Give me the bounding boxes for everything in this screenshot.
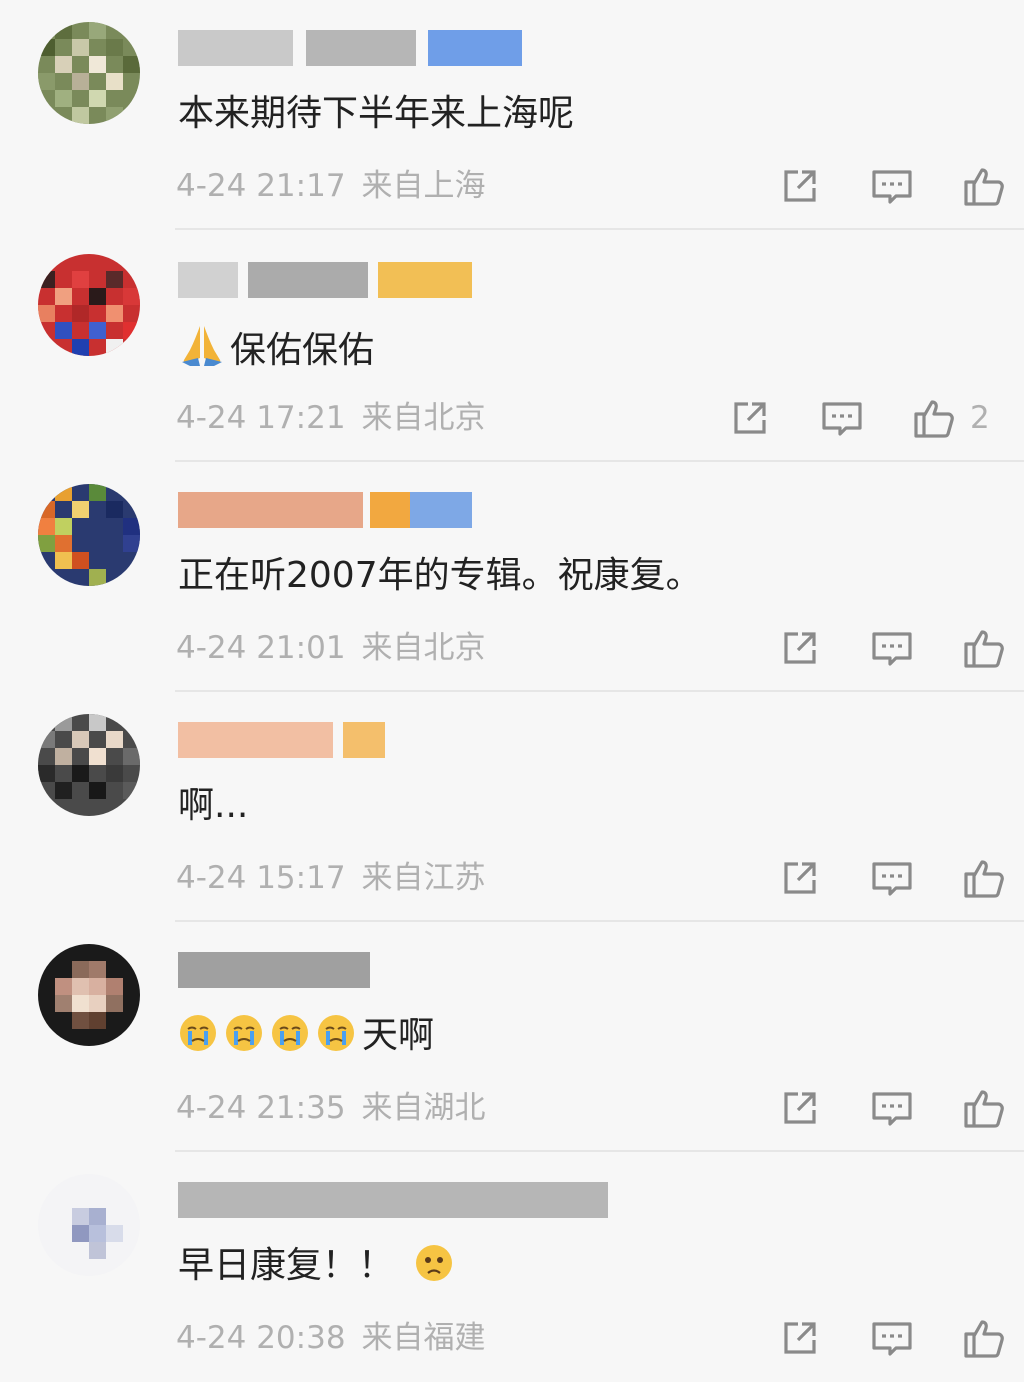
- comment-text: 天啊: [178, 1012, 434, 1060]
- comment-actions: [776, 1084, 1004, 1132]
- share-square-icon[interactable]: [776, 854, 824, 902]
- comment-time: 4-24 17:21: [176, 400, 346, 436]
- avatar[interactable]: [38, 944, 140, 1046]
- comment-text: 正在听2007年的专辑。祝康复。: [178, 555, 702, 596]
- share-square-icon[interactable]: [776, 1084, 824, 1132]
- comment-actions: [776, 854, 1004, 902]
- comment-item: 早日康复！！ 4-24 20:38 来自福建: [0, 1152, 1024, 1382]
- pray-emoji-icon: [182, 326, 222, 366]
- thumbs-up-icon[interactable]: [960, 1314, 1008, 1362]
- comment-bubble-icon[interactable]: [868, 1084, 916, 1132]
- comment-time: 4-24 21:35: [176, 1090, 346, 1126]
- share-square-icon[interactable]: [776, 1314, 824, 1362]
- like-count: 2: [970, 400, 990, 436]
- crying-emoji-icon: [180, 1015, 216, 1051]
- vip-badge: [428, 30, 522, 66]
- share-square-icon[interactable]: [726, 394, 774, 442]
- thumbs-up-icon[interactable]: [910, 394, 958, 442]
- thumbs-up-icon[interactable]: [960, 854, 1008, 902]
- avatar[interactable]: [38, 484, 140, 586]
- comment-meta: 4-24 21:01 来自北京: [176, 628, 486, 668]
- crying-emoji-icon: [226, 1015, 262, 1051]
- comment-item: 本来期待下半年来上海呢 4-24 21:17 来自上海: [0, 0, 1024, 230]
- comment-actions: [776, 1314, 1004, 1362]
- comment-time: 4-24 20:38: [176, 1320, 346, 1356]
- comment-text: 早日康复！！: [178, 1242, 454, 1290]
- comment-item: 保佑保佑 4-24 17:21 来自北京 2: [0, 232, 1024, 462]
- avatar[interactable]: [38, 714, 140, 816]
- comment-item: 天啊 4-24 21:35 来自湖北: [0, 922, 1024, 1152]
- divider: [175, 228, 1024, 230]
- comment-bubble-icon[interactable]: [818, 394, 866, 442]
- avatar[interactable]: [38, 1174, 140, 1276]
- vip-badge: [410, 492, 472, 528]
- comment-actions: [776, 624, 1004, 672]
- comment-location: 来自江苏: [361, 860, 486, 896]
- comment-actions: 2: [726, 394, 990, 442]
- thumbs-up-icon[interactable]: [960, 1084, 1008, 1132]
- comment-bubble-icon[interactable]: [868, 624, 916, 672]
- comment-text: 本来期待下半年来上海呢: [178, 93, 575, 134]
- comment-text: 保佑保佑: [178, 322, 374, 375]
- comment-location: 来自湖北: [361, 1090, 486, 1126]
- thumbs-up-icon[interactable]: [960, 624, 1008, 672]
- comment-bubble-icon[interactable]: [868, 854, 916, 902]
- comment-location: 来自北京: [361, 630, 486, 666]
- comment-bubble-icon[interactable]: [868, 162, 916, 210]
- comment-actions: [776, 162, 1004, 210]
- avatar[interactable]: [38, 22, 140, 124]
- comment-location: 来自福建: [361, 1320, 486, 1356]
- crying-emoji-icon: [272, 1015, 308, 1051]
- comment-meta: 4-24 20:38 来自福建: [176, 1318, 486, 1358]
- comment-meta: 4-24 21:17 来自上海: [176, 166, 486, 206]
- share-square-icon[interactable]: [776, 162, 824, 210]
- comment-text-content: 保佑保佑: [230, 330, 375, 371]
- comment-text-content: 天啊: [362, 1015, 435, 1056]
- thumbs-up-icon[interactable]: [960, 162, 1008, 210]
- comment-time: 4-24 21:01: [176, 630, 346, 666]
- comment-time: 4-24 21:17: [176, 168, 346, 204]
- comment-location: 来自北京: [361, 400, 486, 436]
- vip-badge: [378, 262, 472, 298]
- comment-time: 4-24 15:17: [176, 860, 346, 896]
- sad-emoji-icon: [416, 1245, 453, 1281]
- comment-meta: 4-24 21:35 来自湖北: [176, 1088, 486, 1128]
- comment-item: 正在听2007年的专辑。祝康复。 4-24 21:01 来自北京: [0, 462, 1024, 692]
- comment-bubble-icon[interactable]: [868, 1314, 916, 1362]
- comment-list: 本来期待下半年来上海呢 4-24 21:17 来自上海 保佑保佑 4-24 17…: [0, 0, 1024, 1379]
- crying-emoji-icon: [318, 1015, 354, 1051]
- comment-text: 啊...: [178, 785, 249, 826]
- share-square-icon[interactable]: [776, 624, 824, 672]
- comment-meta: 4-24 15:17 来自江苏: [176, 858, 486, 898]
- comment-text-content: 早日康复！！: [178, 1245, 395, 1286]
- comment-meta: 4-24 17:21 来自北京: [176, 398, 486, 438]
- comment-location: 来自上海: [361, 168, 486, 204]
- comment-item: 啊... 4-24 15:17 来自江苏: [0, 692, 1024, 922]
- avatar[interactable]: [38, 254, 140, 356]
